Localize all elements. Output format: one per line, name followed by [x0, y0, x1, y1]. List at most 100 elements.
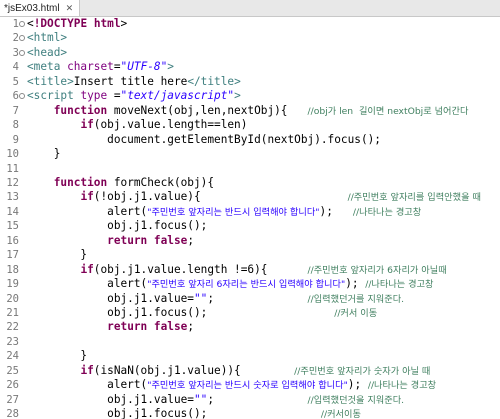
code-text: document.getElementById(nextObj).focus()…: [27, 133, 381, 147]
code-text: function moveNext(obj,len,nextObj){ //ob…: [27, 104, 469, 119]
line-number: 9: [12, 133, 19, 146]
code-line[interactable]: 4 <meta charset="UTF-8">: [0, 60, 500, 74]
line-number: 11: [6, 162, 19, 175]
token-tag: <head>: [27, 45, 68, 59]
code-line[interactable]: 19 alert("주민번호 앞자리 6자리는 반드시 입력해야 합니다"); …: [0, 277, 500, 291]
token-cmt: //커서 이동: [334, 308, 378, 319]
code-line[interactable]: 22 return false;: [0, 320, 500, 334]
code-text: <html>: [27, 31, 67, 45]
code-line[interactable]: 16 return false;: [0, 234, 500, 248]
line-number: 19: [6, 278, 19, 291]
token-plain: ;: [207, 392, 308, 406]
line-number: 16: [6, 234, 19, 247]
code-text: if(!obj.j1.value){ //주민번호 앞자리를 입력안했을 때: [27, 190, 480, 205]
code-line[interactable]: 11: [0, 162, 500, 176]
code-text: <head>: [27, 46, 67, 60]
token-plain: obj.j1.value=: [27, 392, 194, 406]
code-line[interactable]: 5 <title>Insert title here</title>: [0, 75, 500, 89]
code-line[interactable]: 28 obj.j1.focus(); //커서이동: [0, 407, 500, 419]
code-line[interactable]: 14 alert("주민번호 앞자리는 반드시 입력해야 합니다"); //나타…: [0, 205, 500, 219]
line-number: 26: [6, 379, 19, 392]
token-plain: (isNaN(obj.j1.value)){: [93, 363, 295, 377]
token-tag: >: [234, 89, 241, 103]
code-line[interactable]: 26 alert("주민번호 앞자리는 반드시 숫자로 입력해야 합니다"); …: [0, 378, 500, 392]
code-line[interactable]: 15 obj.j1.focus();: [0, 219, 500, 233]
code-line[interactable]: 8 if(obj.value.length==len): [0, 118, 500, 132]
token-kw: html: [93, 17, 121, 30]
line-number: 18: [6, 263, 19, 276]
token-kw: if: [80, 262, 94, 276]
code-editor[interactable]: 1 <!DOCTYPE html> 2 <html> 3 <head> 4 <meta cha…: [0, 17, 500, 419]
tab-title: *jsEx03.html: [4, 3, 60, 14]
code-line[interactable]: 21 obj.j1.focus(); //커서 이동: [0, 306, 500, 320]
token-cmt: //obj가 len 길이면 nextObj로 넘어간다: [307, 105, 469, 117]
token-plain: formCheck(obj){: [107, 175, 215, 189]
code-line[interactable]: 9 document.getElementById(nextObj).focus…: [0, 133, 500, 147]
tab-jsex03-html[interactable]: *jsEx03.html ✕: [0, 0, 81, 16]
token-kw: return: [107, 233, 148, 247]
code-line[interactable]: 3 <head>: [0, 46, 500, 60]
code-text: }: [27, 248, 87, 262]
token-attr: charset: [67, 60, 114, 74]
token-jstr: "주민번호 앞자리 6자리는 반드시 입력해야 합니다": [147, 279, 346, 291]
line-number: 23: [6, 335, 19, 348]
code-text: if(obj.value.length==len): [27, 118, 247, 132]
token-tag: >: [167, 60, 174, 74]
code-line[interactable]: 13 if(!obj.j1.value){ //주민번호 앞자리를 입력안했을 …: [0, 190, 500, 204]
token-plain: >: [120, 17, 128, 30]
code-line[interactable]: 10 }: [0, 147, 500, 161]
code-line[interactable]: 17 }: [0, 248, 500, 262]
code-line[interactable]: 25 if(isNaN(obj.j1.value)){ //주민번호 앞자리가 …: [0, 364, 500, 378]
token-kw: return: [107, 320, 148, 334]
line-number: 21: [6, 307, 19, 319]
line-number: 3: [12, 46, 19, 59]
code-text: if(obj.j1.value.length !=6){ //주민번호 앞자리가…: [27, 262, 446, 278]
token-tag: <script: [27, 89, 81, 103]
line-number: 8: [12, 119, 19, 132]
code-text: obj.j1.focus();: [27, 219, 207, 233]
token-tag: </title>: [187, 74, 241, 88]
code-line[interactable]: 6 <script type ="text/javascript">: [0, 89, 500, 103]
token-plain: }: [27, 147, 61, 161]
code-line[interactable]: 1 <!DOCTYPE html>: [0, 17, 500, 31]
code-line[interactable]: 2 <html>: [0, 31, 500, 45]
token-plain: ;: [207, 291, 308, 305]
line-number: 5: [12, 75, 19, 88]
code-line[interactable]: 12 function formCheck(obj){: [0, 176, 500, 190]
fold-toggle-icon[interactable]: [19, 93, 25, 100]
token-plain: alert(: [27, 204, 148, 218]
fold-toggle-icon[interactable]: [19, 21, 25, 27]
token-tag: <meta: [27, 60, 68, 74]
token-kw: function: [53, 175, 108, 189]
token-cmt: //입력했던것을 지워준다.: [307, 394, 405, 406]
token-plain: Insert title here: [73, 74, 188, 88]
line-number: 17: [6, 249, 19, 262]
code-text: obj.j1.value=""; //입력했던것을 지워준다.: [27, 393, 404, 408]
code-line[interactable]: 27 obj.j1.value=""; //입력했던것을 지워준다.: [0, 393, 500, 407]
token-jstr: "": [193, 392, 208, 406]
fold-toggle-icon[interactable]: [19, 35, 25, 42]
token-jstr: "주민번호 앞자리는 반드시 입력해야 합니다": [147, 206, 320, 218]
token-plain: <: [27, 17, 34, 30]
token-plain: obj.j1.focus();: [27, 407, 321, 419]
code-line[interactable]: 23: [0, 335, 500, 349]
token-plain: obj.j1.value=: [27, 291, 194, 305]
code-text: <meta charset="UTF-8">: [27, 60, 174, 74]
code-line[interactable]: 18 if(obj.j1.value.length !=6){ //주민번호 앞…: [0, 263, 500, 277]
line-number: 28: [6, 408, 19, 419]
line-number: 2: [12, 32, 19, 45]
token-plain: alert(: [27, 277, 148, 291]
code-line[interactable]: 7 function moveNext(obj,len,nextObj){ //…: [0, 104, 500, 118]
token-str: "UTF-8": [120, 60, 168, 74]
code-line[interactable]: 20 obj.j1.value=""; //입력했던거를 지워준다.: [0, 292, 500, 306]
code-text: alert("주민번호 앞자리는 반드시 입력해야 합니다"); //나타나는 …: [27, 205, 421, 220]
close-icon[interactable]: ✕: [66, 3, 74, 13]
token-cmt: //커서이동: [320, 409, 361, 419]
fold-toggle-icon[interactable]: [19, 49, 25, 56]
code-line[interactable]: 24 }: [0, 349, 500, 363]
